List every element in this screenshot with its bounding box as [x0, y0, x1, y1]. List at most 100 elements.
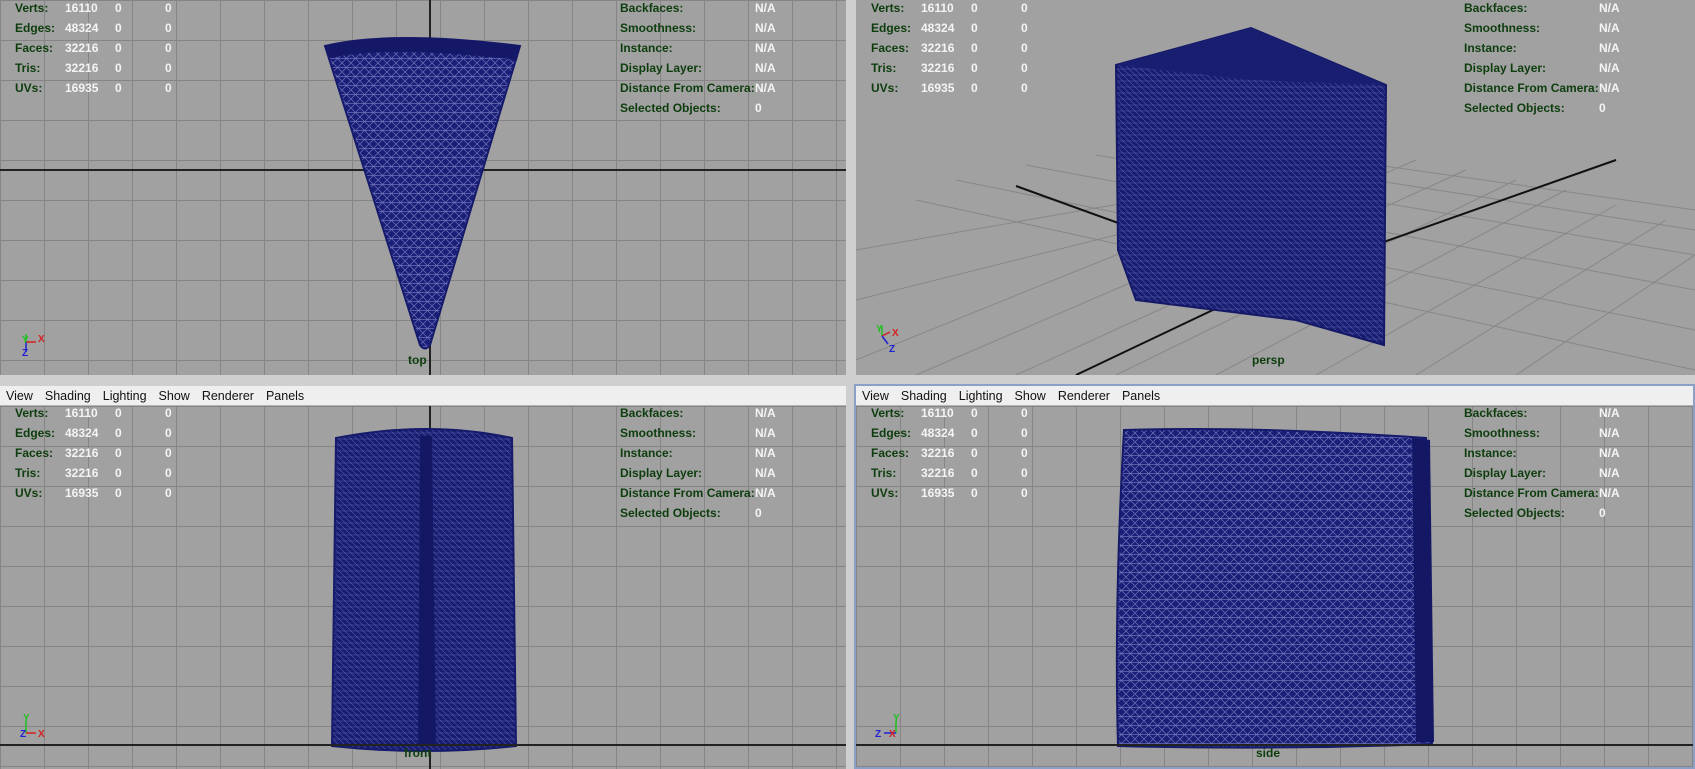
- info-value: 0: [1599, 506, 1606, 520]
- info-value: N/A: [755, 426, 776, 440]
- stat-value: 0: [115, 81, 122, 95]
- stat-value: 0: [165, 466, 172, 480]
- stat-value: 16110: [65, 406, 98, 420]
- stat-value: 32216: [921, 466, 955, 480]
- info-label: Selected Objects:: [1464, 101, 1565, 115]
- axis-gizmo-icon: Y Z X: [875, 713, 900, 740]
- stat-label: Faces:: [15, 41, 54, 55]
- stat-label: Verts:: [871, 406, 905, 420]
- stat-label: Edges:: [15, 426, 56, 440]
- viewport-menubar-side: View Shading Lighting Show Renderer Pane…: [856, 386, 1695, 406]
- viewport-side[interactable]: Verts: 16110 0 0 Edges: 48324 0 0 Faces: 32216 0…: [856, 406, 1695, 769]
- menu-lighting[interactable]: Lighting: [97, 389, 153, 403]
- info-label: Backfaces:: [1464, 1, 1528, 15]
- stat-value: 0: [971, 486, 978, 500]
- info-label: Display Layer:: [620, 61, 703, 75]
- info-label: Instance:: [1464, 446, 1517, 460]
- axis-gizmo-icon: Y X Z: [876, 324, 899, 352]
- info-label: Smoothness:: [1464, 21, 1541, 35]
- stat-value: 0: [1021, 41, 1028, 55]
- info-value: N/A: [755, 1, 776, 15]
- menu-shading[interactable]: Shading: [39, 389, 97, 403]
- axis-gizmo-icon: Y X Z: [22, 334, 45, 359]
- object-info-hud: Backfaces: N/A Smoothness: N/A Instance: N/…: [620, 0, 776, 118]
- menu-lighting[interactable]: Lighting: [953, 389, 1009, 403]
- viewport-top[interactable]: Verts: 16110 0 0 Edges: 48324 0 0 Faces: 32216 0…: [0, 0, 846, 375]
- gizmo-z-label: Z: [20, 729, 26, 740]
- menu-view[interactable]: View: [856, 389, 895, 403]
- stat-value: 32216: [921, 61, 955, 75]
- stat-value: 0: [165, 21, 172, 35]
- stat-label: Faces:: [871, 446, 910, 460]
- poly-stats-hud: Verts: 16110 0 0 Edges: 48324 0 0 Faces: 32216 0…: [15, 406, 205, 503]
- info-value: 0: [755, 101, 762, 115]
- menu-renderer[interactable]: Renderer: [1052, 389, 1116, 403]
- stat-value: 0: [165, 446, 172, 460]
- poly-stats-hud: Verts: 16110 0 0 Edges: 48324 0 0 Faces: 32216 0…: [871, 406, 1061, 503]
- info-value: N/A: [1599, 1, 1620, 15]
- stat-label: UVs:: [871, 81, 899, 95]
- info-label: Selected Objects:: [1464, 506, 1565, 520]
- axis-gizmo-icon: Y Z X: [20, 713, 45, 740]
- stat-value: 48324: [65, 21, 99, 35]
- info-label: Selected Objects:: [620, 101, 721, 115]
- info-label: Backfaces:: [620, 406, 684, 420]
- stat-row-edges: Edges: 48324 0 0: [15, 18, 205, 38]
- gizmo-y-label: Y: [23, 713, 30, 724]
- info-label: Instance:: [620, 41, 673, 55]
- stat-value: 0: [971, 1, 978, 15]
- stat-value: 0: [1021, 1, 1028, 15]
- menu-panels[interactable]: Panels: [260, 389, 310, 403]
- info-value: N/A: [755, 486, 776, 500]
- info-value: N/A: [1599, 61, 1620, 75]
- menu-renderer[interactable]: Renderer: [196, 389, 260, 403]
- stat-label: Verts:: [15, 406, 49, 420]
- gizmo-y-label: Y: [893, 713, 900, 724]
- stat-value: 16935: [65, 81, 99, 95]
- stat-label: Faces:: [15, 446, 54, 460]
- stat-value: 0: [115, 21, 122, 35]
- gizmo-x-label: X: [38, 729, 45, 740]
- viewport-persp[interactable]: Verts: 16110 0 0 Edges: 48324 0 0 Faces: 32216 0…: [856, 0, 1695, 375]
- info-label: Smoothness:: [1464, 426, 1541, 440]
- info-value: N/A: [755, 41, 776, 55]
- stat-row-tris: Tris: 32216 0 0: [15, 58, 205, 78]
- camera-label: front: [404, 746, 432, 760]
- stat-value: 0: [1021, 61, 1028, 75]
- gizmo-z-label: Z: [875, 729, 881, 740]
- stat-label: Verts:: [15, 1, 49, 15]
- menu-show[interactable]: Show: [153, 389, 196, 403]
- stat-value: 48324: [921, 426, 955, 440]
- gizmo-z-label: Z: [22, 348, 28, 359]
- stat-value: 16935: [921, 81, 955, 95]
- stat-value: 0: [165, 41, 172, 55]
- stat-label: UVs:: [15, 81, 43, 95]
- info-value: N/A: [755, 61, 776, 75]
- stat-value: 16935: [65, 486, 99, 500]
- stat-label: Edges:: [871, 21, 912, 35]
- stat-value: 0: [115, 466, 122, 480]
- info-value: N/A: [1599, 466, 1620, 480]
- info-value: N/A: [1599, 21, 1620, 35]
- stat-value: 32216: [921, 41, 955, 55]
- viewport-front[interactable]: Verts: 16110 0 0 Edges: 48324 0 0 Faces: 32216 0…: [0, 406, 846, 769]
- poly-stats-hud: Verts: 16110 0 0 Edges: 48324 0 0 Faces: 32216 0…: [871, 0, 1061, 98]
- stat-value: 32216: [65, 466, 99, 480]
- stat-value: 0: [165, 406, 172, 420]
- info-value: N/A: [1599, 486, 1620, 500]
- menu-view[interactable]: View: [0, 389, 39, 403]
- stat-value: 0: [115, 1, 122, 15]
- stat-value: 0: [115, 426, 122, 440]
- stat-label: Edges:: [871, 426, 912, 440]
- info-label: Distance From Camera:: [620, 81, 755, 95]
- menu-show[interactable]: Show: [1009, 389, 1052, 403]
- stat-value: 16110: [921, 1, 954, 15]
- info-label: Display Layer:: [620, 466, 703, 480]
- stat-value: 0: [115, 41, 122, 55]
- info-value: N/A: [755, 406, 776, 420]
- menu-panels[interactable]: Panels: [1116, 389, 1166, 403]
- info-value: N/A: [1599, 406, 1620, 420]
- menu-shading[interactable]: Shading: [895, 389, 953, 403]
- camera-label: side: [1256, 746, 1281, 760]
- info-label: Display Layer:: [1464, 61, 1547, 75]
